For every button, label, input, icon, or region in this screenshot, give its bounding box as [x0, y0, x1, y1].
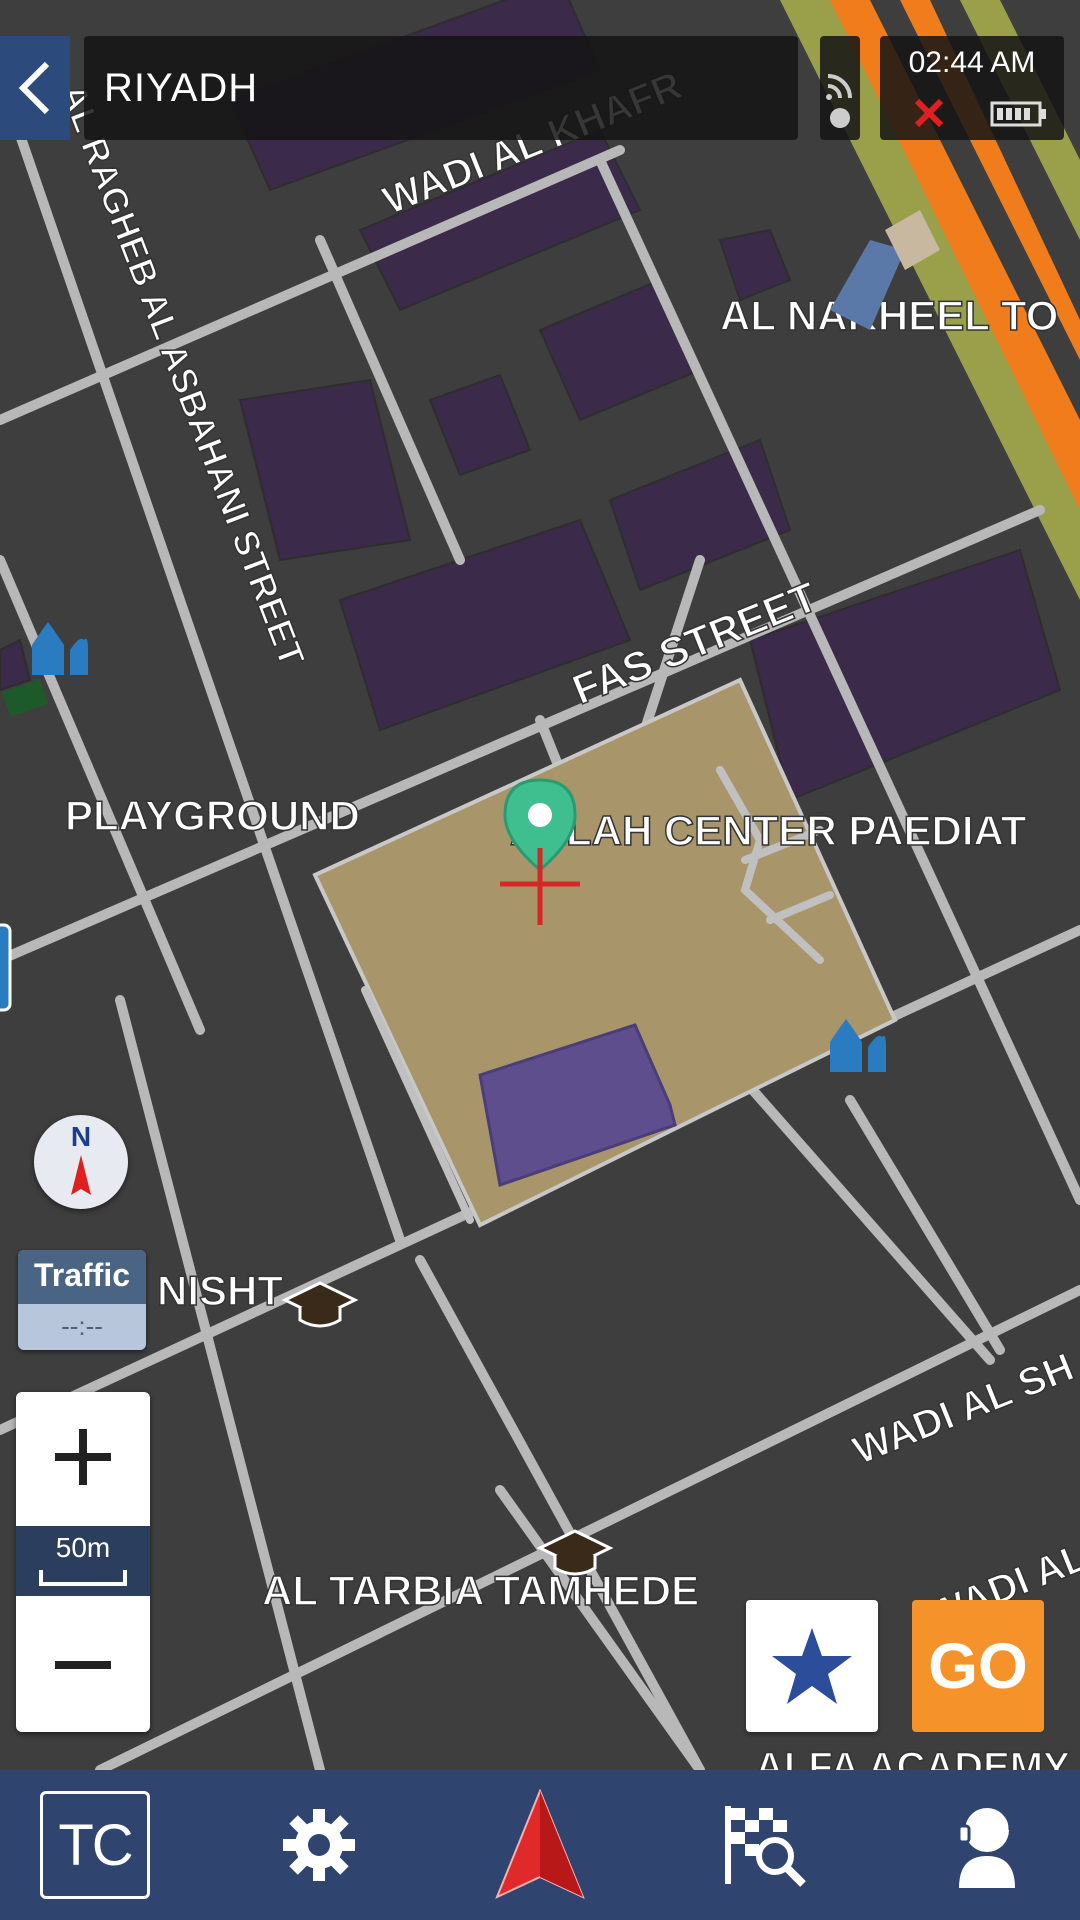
traffic-panel[interactable]: Traffic --:--: [18, 1250, 146, 1350]
street-label-al-nakheel: AL NAKHEEL TO: [720, 292, 1058, 339]
street-label-playground: PLAYGROUND: [65, 792, 360, 839]
scale-indicator: 50m: [16, 1526, 150, 1596]
scale-bar-icon: [39, 1570, 127, 1586]
gear-icon: [283, 1809, 355, 1881]
tc-label: TC: [40, 1791, 150, 1899]
street-label-alfa-academy: ALFA ACADEMY: [755, 1745, 1070, 1770]
search-destination-button[interactable]: [704, 1786, 822, 1904]
signal-icon: [826, 74, 852, 128]
location-title: RIYADH: [104, 65, 259, 110]
plus-icon: [55, 1429, 111, 1485]
zoom-out-button[interactable]: [16, 1600, 150, 1730]
battery-icon: [990, 101, 1046, 127]
settings-button[interactable]: [260, 1786, 378, 1904]
status-panel: 02:44 AM: [880, 36, 1064, 140]
back-button[interactable]: [0, 36, 70, 140]
scale-label: 50m: [55, 1532, 111, 1563]
favorite-button[interactable]: [746, 1600, 878, 1732]
compass-button[interactable]: N: [34, 1115, 128, 1209]
street-label-al-tarbia: AL TARBIA TAMHEDE: [262, 1567, 699, 1614]
map-canvas[interactable]: WADI AL KHAFR AL RAGHEB AL ASBAHANI STRE…: [0, 0, 1080, 1770]
checkered-flag-search-icon: [725, 1806, 806, 1887]
zoom-in-button[interactable]: [16, 1392, 150, 1522]
compass-needle-icon: [71, 1155, 91, 1195]
go-button[interactable]: GO: [912, 1600, 1044, 1732]
street-label-nisht: NISHT: [157, 1267, 283, 1314]
navigation-arrow-icon: [495, 1789, 585, 1899]
navigation-button[interactable]: [481, 1786, 599, 1904]
headset-operator-icon: [957, 1801, 1015, 1888]
location-title-bar[interactable]: RIYADH: [84, 36, 798, 140]
chevron-left-icon: [18, 61, 50, 115]
support-button[interactable]: [926, 1786, 1044, 1904]
tc-button[interactable]: TC: [36, 1786, 154, 1904]
street-label-center: ALLAH CENTER PAEDIAT: [510, 807, 1027, 854]
bottom-nav: TC: [0, 1770, 1080, 1920]
star-icon: [772, 1628, 852, 1704]
traffic-title: Traffic: [18, 1250, 146, 1304]
gps-status[interactable]: [820, 36, 860, 140]
clock-time: 02:44 AM: [908, 46, 1036, 79]
compass-north-label: N: [70, 1121, 92, 1152]
traffic-value: --:--: [61, 1311, 103, 1341]
gps-off-icon: [914, 98, 944, 128]
partial-poi-icon[interactable]: [0, 923, 12, 1012]
minus-icon: [55, 1661, 111, 1669]
zoom-control: 50m: [16, 1392, 150, 1732]
